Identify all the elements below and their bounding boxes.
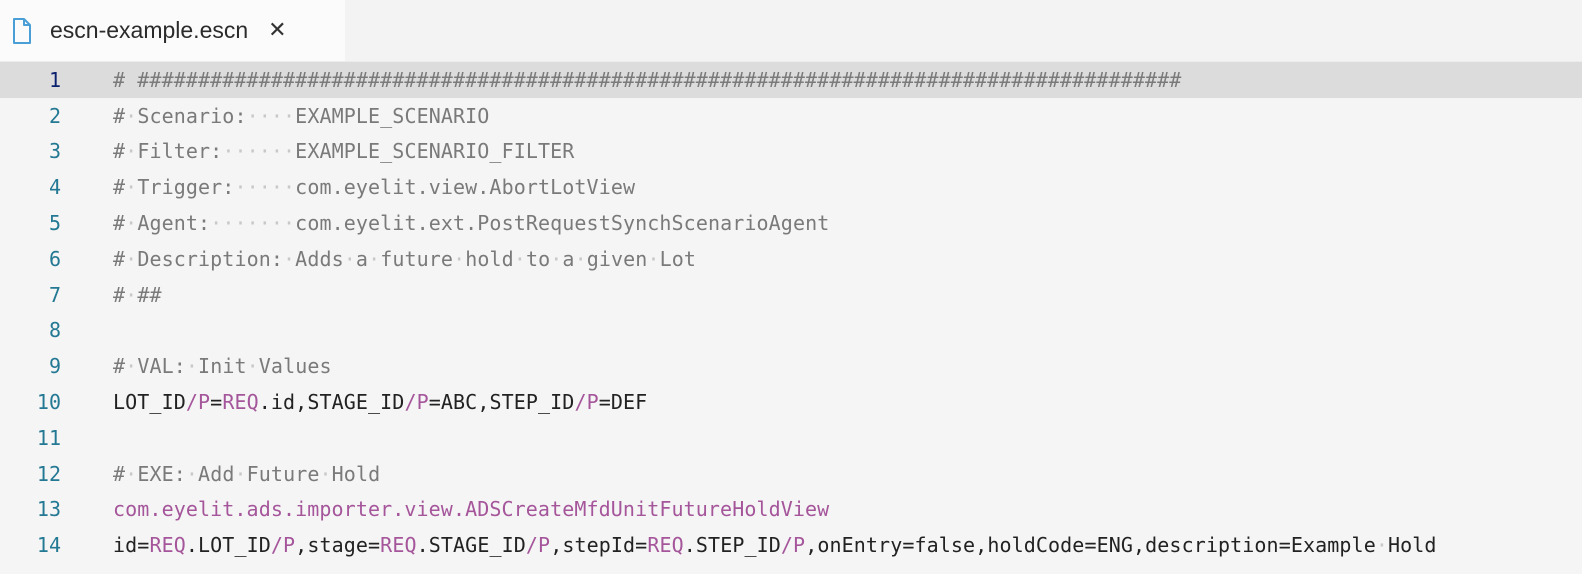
line-number: 10 xyxy=(36,390,61,415)
line-number: 12 xyxy=(36,461,61,486)
code-line[interactable]: 3 #·Filter:······EXAMPLE_SCENARIO_FILTER xyxy=(0,134,1582,170)
code-line[interactable]: 5 #·Agent:·······com.eyelit.ext.PostReque… xyxy=(0,205,1582,241)
code-line[interactable]: 8 xyxy=(0,313,1582,349)
code-token: #·EXE:·Add·Future·Hold xyxy=(113,461,381,486)
code-token: #·VAL:·Init·Values xyxy=(113,354,332,379)
code-text: #·## xyxy=(113,283,162,307)
code-token: =DEF xyxy=(598,390,648,415)
code-token: /P xyxy=(525,533,551,558)
code-token: .STEP_ID xyxy=(683,533,781,558)
code-token: REQ xyxy=(380,533,417,558)
tab-escn-example[interactable]: escn-example.escn ✕ xyxy=(0,0,345,61)
code-token: /P xyxy=(404,390,429,415)
line-number: 9 xyxy=(48,354,61,379)
code-token: #·Scenario:····EXAMPLE_SCENARIO xyxy=(113,103,490,128)
code-line[interactable]: 6 #·Description:·Adds·a·future·hold·to·a·… xyxy=(0,241,1582,277)
line-number: 7 xyxy=(48,282,61,307)
code-token: /P xyxy=(574,390,599,415)
code-token: #·Trigger:·····com.eyelit.view.AbortLotV… xyxy=(113,175,636,200)
code-text: #·EXE:·Add·Future·Hold xyxy=(113,462,380,486)
code-token: #·Filter:······EXAMPLE_SCENARIO_FILTER xyxy=(113,139,575,164)
code-text: #·Scenario:····EXAMPLE_SCENARIO xyxy=(113,104,489,128)
code-token: .id,STAGE_ID xyxy=(258,390,405,415)
code-token: REQ xyxy=(647,533,684,558)
code-token: .LOT_ID xyxy=(185,533,271,558)
close-icon[interactable]: ✕ xyxy=(268,18,286,43)
line-number: 8 xyxy=(48,318,61,343)
line-number: 6 xyxy=(48,246,61,271)
line-number: 1 xyxy=(48,67,61,92)
code-text: com.eyelit.ads.importer.view.ADSCreateMf… xyxy=(113,497,829,521)
code-token: #·Agent:·······com.eyelit.ext.PostReques… xyxy=(113,211,830,236)
code-token: /P xyxy=(270,533,296,558)
code-line[interactable]: 1 # #####################################… xyxy=(0,62,1582,98)
line-number: 5 xyxy=(48,211,61,236)
line-number: 4 xyxy=(48,175,61,200)
code-token: id= xyxy=(113,533,150,558)
tab-bar: escn-example.escn ✕ xyxy=(0,0,1582,62)
code-token: #·## xyxy=(113,282,162,307)
line-number: 13 xyxy=(36,497,61,522)
code-text: #·Filter:······EXAMPLE_SCENARIO_FILTER xyxy=(113,139,574,163)
code-line[interactable]: 13 com.eyelit.ads.importer.view.ADSCreate… xyxy=(0,492,1582,528)
code-text: LOT_ID/P=REQ.id,STAGE_ID/P=ABC,STEP_ID/P… xyxy=(113,390,647,414)
code-token: #·Description:·Adds·a·future·hold·to·a·g… xyxy=(113,246,697,271)
code-token: /P xyxy=(185,390,211,415)
code-token: # ######################################… xyxy=(113,67,1182,92)
line-number: 11 xyxy=(36,425,61,450)
code-token: .STAGE_ID xyxy=(416,533,526,558)
code-text: #·Agent:·······com.eyelit.ext.PostReques… xyxy=(113,211,829,235)
code-line[interactable]: 12 #·EXE:·Add·Future·Hold xyxy=(0,456,1582,492)
code-line[interactable]: 2 #·Scenario:····EXAMPLE_SCENARIO xyxy=(0,98,1582,134)
code-editor[interactable]: 1 # #####################################… xyxy=(0,62,1582,563)
code-token: = xyxy=(210,390,223,415)
code-line[interactable]: 14 id=REQ.LOT_ID/P,stage=REQ.STAGE_ID/P,s… xyxy=(0,527,1582,563)
tab-title: escn-example.escn xyxy=(50,17,249,43)
code-text: # ######################################… xyxy=(113,68,1181,92)
code-line[interactable]: 10 LOT_ID/P=REQ.id,STAGE_ID/P=ABC,STEP_ID… xyxy=(0,384,1582,420)
code-token: ,stepId= xyxy=(550,533,648,558)
code-line[interactable]: 9 #·VAL:·Init·Values xyxy=(0,348,1582,384)
line-number: 2 xyxy=(48,103,61,128)
code-line[interactable]: 7 #·## xyxy=(0,277,1582,313)
code-text: id=REQ.LOT_ID/P,stage=REQ.STAGE_ID/P,ste… xyxy=(113,533,1437,557)
line-number: 14 xyxy=(36,533,61,558)
code-text: #·Description:·Adds·a·future·hold·to·a·g… xyxy=(113,247,696,271)
code-token: com.eyelit.ads.importer.view.ADSCreateMf… xyxy=(113,497,830,522)
code-token: REQ xyxy=(222,390,259,415)
code-line[interactable]: 11 xyxy=(0,420,1582,456)
code-token: LOT_ID xyxy=(113,390,186,415)
code-text: #·VAL:·Init·Values xyxy=(113,354,332,378)
code-token: ,onEntry=false,holdCode=ENG,description=… xyxy=(805,533,1437,558)
code-line[interactable]: 4 #·Trigger:·····com.eyelit.view.AbortLot… xyxy=(0,169,1582,205)
code-token: =ABC,STEP_ID xyxy=(428,390,575,415)
line-number: 3 xyxy=(48,139,61,164)
code-token: ,stage= xyxy=(295,533,381,558)
code-text: #·Trigger:·····com.eyelit.view.AbortLotV… xyxy=(113,175,635,199)
file-icon xyxy=(12,16,34,46)
code-token: REQ xyxy=(149,533,186,558)
code-token: /P xyxy=(780,533,806,558)
